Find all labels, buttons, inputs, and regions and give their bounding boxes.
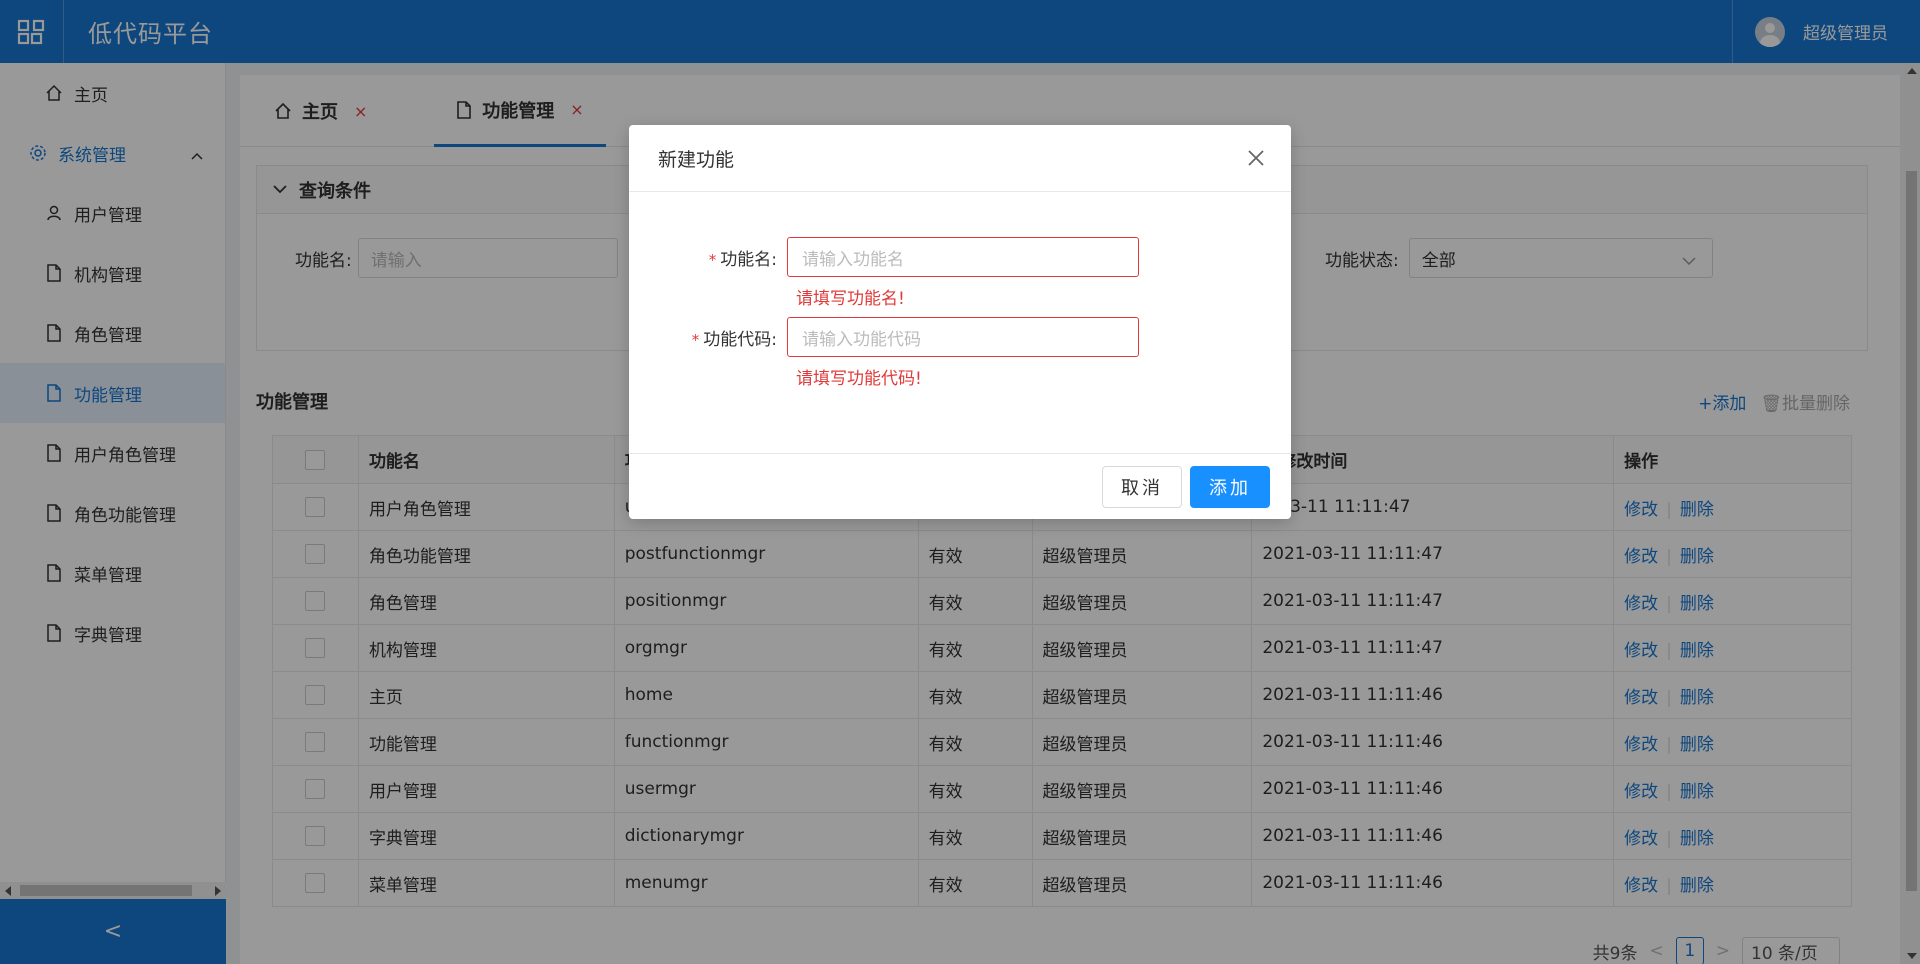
- code-label: * 功能代码:: [629, 325, 787, 350]
- form-row-name: * 功能名: 请输入功能名: [629, 237, 1139, 277]
- code-error-text: 请填写功能代码!: [796, 369, 922, 389]
- name-error-text: 请填写功能名!: [796, 289, 905, 309]
- close-icon[interactable]: [1247, 149, 1265, 167]
- code-label-text: 功能代码:: [703, 329, 777, 350]
- function-code-input[interactable]: 请输入功能代码: [787, 317, 1139, 357]
- name-label-text: 功能名:: [720, 249, 777, 270]
- required-mark: *: [708, 250, 717, 269]
- add-button[interactable]: 添加: [1190, 466, 1270, 508]
- modal-footer: 取消 添加: [629, 453, 1291, 519]
- function-name-input[interactable]: 请输入功能名: [787, 237, 1139, 277]
- modal-title: 新建功能: [658, 148, 735, 171]
- modal-header: 新建功能: [629, 125, 1291, 192]
- create-function-modal: 新建功能 * 功能名: 请输入功能名 请填写功能名! * 功能代码: 请输入功能代码…: [629, 125, 1291, 519]
- name-label: * 功能名:: [629, 245, 787, 270]
- cancel-button[interactable]: 取消: [1102, 466, 1182, 508]
- required-mark: *: [691, 330, 700, 349]
- form-row-code: * 功能代码: 请输入功能代码: [629, 317, 1139, 357]
